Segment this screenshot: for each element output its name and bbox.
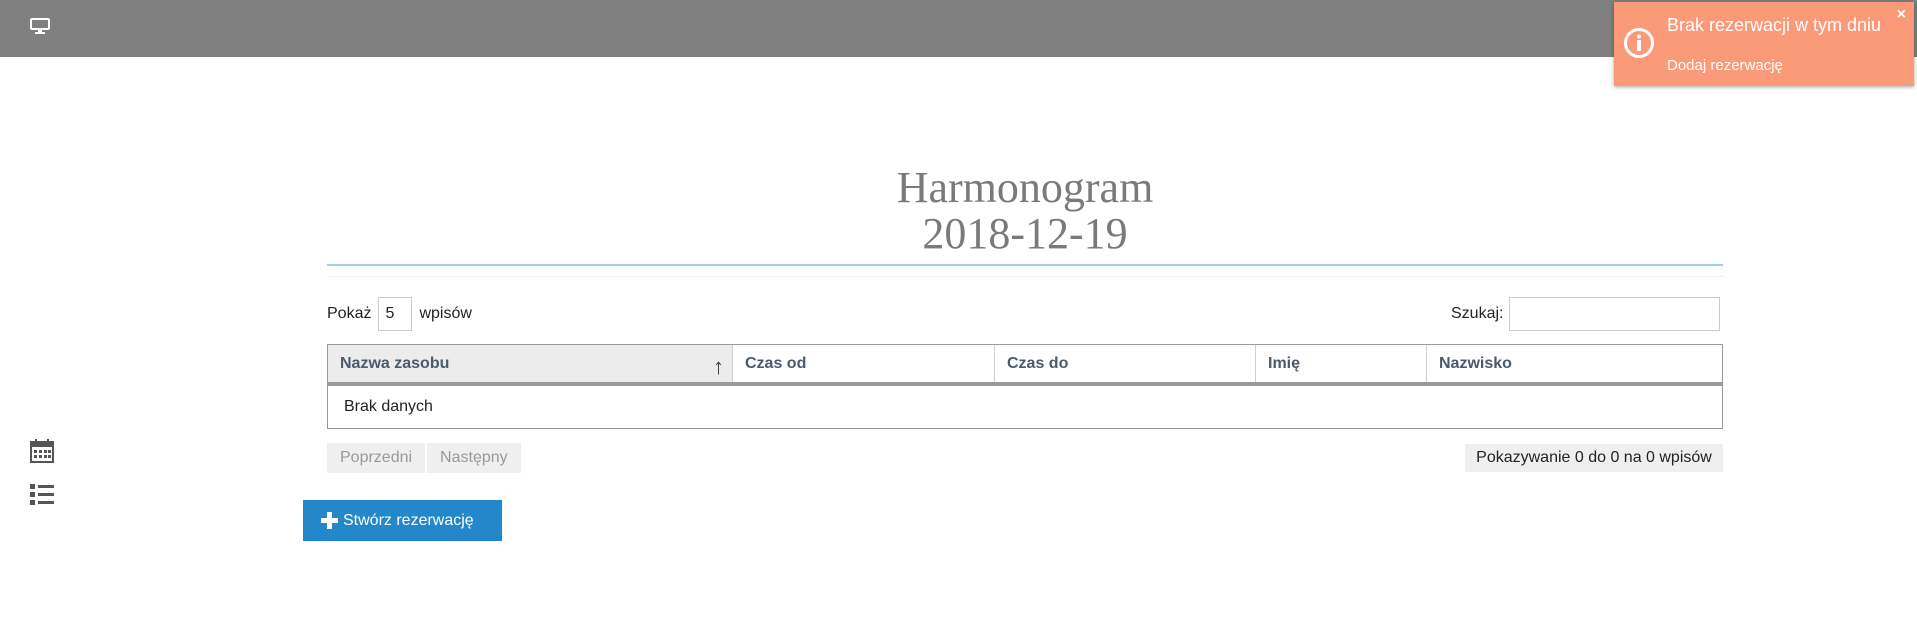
info-icon xyxy=(1624,28,1654,58)
column-header-label: Nazwa zasobu xyxy=(340,354,450,372)
column-header-time-to[interactable]: Czas do xyxy=(995,345,1256,382)
sort-arrow-icon: ↑ xyxy=(713,354,724,379)
entries-label: wpisów xyxy=(419,305,472,322)
column-header-label: Czas do xyxy=(1007,354,1069,372)
column-header-first-name[interactable]: Imię xyxy=(1256,345,1427,382)
toast-subtitle[interactable]: Dodaj rezerwację xyxy=(1667,57,1783,75)
table-info: Pokazywanie 0 do 0 na 0 wpisów xyxy=(1465,444,1723,472)
list-icon[interactable] xyxy=(29,482,55,508)
monitor-icon[interactable] xyxy=(30,17,50,35)
column-header-last-name[interactable]: Nazwisko xyxy=(1427,345,1722,382)
page-date: 2018-12-19 xyxy=(922,209,1128,258)
column-header-time-from[interactable]: Czas od xyxy=(733,345,995,382)
table-header: Nazwa zasobu ↑ Czas od Czas do Imię Nazw… xyxy=(328,345,1722,386)
toast-title: Brak rezerwacji w tym dniu xyxy=(1667,15,1882,35)
create-reservation-button[interactable]: Stwórz rezerwację xyxy=(303,500,502,541)
table-body: Brak danych xyxy=(328,386,1722,428)
schedule-table: Nazwa zasobu ↑ Czas od Czas do Imię Nazw… xyxy=(327,344,1723,429)
calendar-icon[interactable] xyxy=(29,438,55,464)
title-divider-secondary xyxy=(327,276,1723,277)
column-header-label: Imię xyxy=(1268,354,1301,372)
search-label: Szukaj: xyxy=(1451,305,1504,322)
create-reservation-label: Stwórz rezerwację xyxy=(343,511,474,529)
empty-table-message: Brak danych xyxy=(344,398,433,415)
column-header-resource[interactable]: Nazwa zasobu ↑ xyxy=(328,345,733,382)
previous-page-button[interactable]: Poprzedni xyxy=(327,443,426,473)
column-header-label: Czas od xyxy=(745,354,807,372)
plus-icon xyxy=(321,512,338,529)
table-search: Szukaj: xyxy=(1451,297,1721,331)
page-length-control: Pokaż 5 wpisów xyxy=(327,297,472,331)
search-input[interactable] xyxy=(1509,297,1721,331)
close-icon[interactable]: × xyxy=(1897,6,1906,24)
notification-toast[interactable]: Brak rezerwacji w tym dniu Dodaj rezerwa… xyxy=(1614,2,1914,86)
pagination: Poprzedni Następny xyxy=(327,443,521,473)
page-length-select[interactable]: 5 xyxy=(378,297,413,331)
column-header-label: Nazwisko xyxy=(1439,354,1512,372)
show-label: Pokaż xyxy=(327,305,372,322)
title-divider xyxy=(327,264,1723,266)
next-page-button[interactable]: Następny xyxy=(427,443,521,473)
page-title: Harmonogram xyxy=(896,163,1154,212)
